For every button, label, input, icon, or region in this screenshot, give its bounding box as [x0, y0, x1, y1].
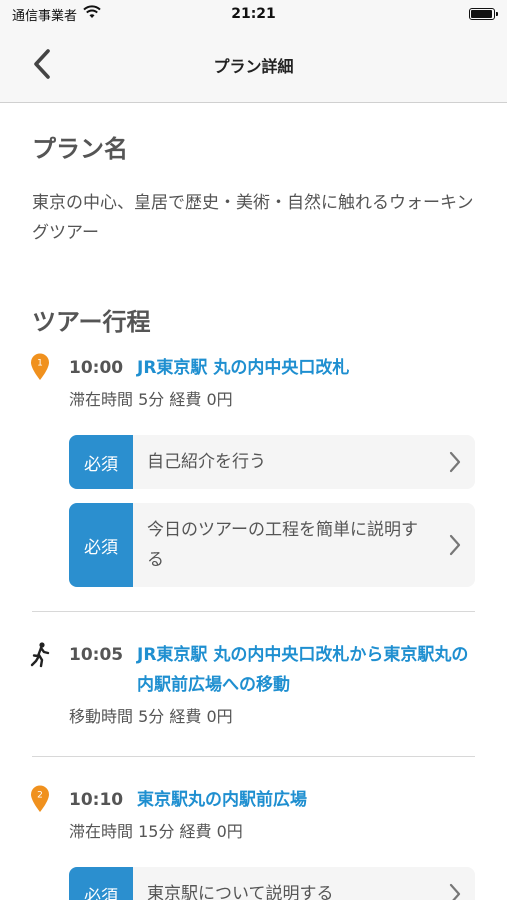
chevron-left-icon — [33, 49, 51, 83]
divider — [32, 611, 475, 612]
pin-number: 2 — [37, 791, 43, 801]
back-button[interactable] — [22, 46, 62, 86]
required-badge: 必須 — [69, 435, 133, 489]
chevron-right-icon — [435, 435, 475, 489]
battery-fill — [471, 10, 492, 18]
map-pin-icon: 1 — [30, 353, 50, 381]
carrier-label: 通信事業者 — [12, 8, 78, 24]
itinerary-stop: 2 10:10 東京駅丸の内駅前広場 滞在時間 15分 経費 0円 必須 東京駅… — [30, 785, 475, 900]
divider — [32, 756, 475, 757]
task-text: 東京駅について説明する — [147, 884, 334, 900]
status-bar: 通信事業者 21:21 — [0, 0, 507, 28]
tour-itinerary-heading: ツアー行程 — [32, 308, 151, 336]
map-pin-icon: 2 — [30, 785, 50, 813]
task-item[interactable]: 必須 自己紹介を行う — [69, 435, 475, 489]
stop-time: 10:00 — [69, 358, 124, 378]
task-text: 今日のツアーの工程を簡単に説明する — [147, 520, 418, 570]
stop-name-link[interactable]: JR東京駅 丸の内中央口改札 — [137, 353, 349, 383]
nav-bar: プラン詳細 — [0, 28, 507, 103]
itinerary-stop: 10:05 JR東京駅 丸の内中央口改札から東京駅丸の内駅前広場への移動 移動時… — [30, 640, 475, 732]
task-text: 自己紹介を行う — [147, 452, 266, 472]
pin-number: 1 — [37, 359, 43, 369]
wifi-icon — [83, 5, 101, 23]
status-left: 通信事業者 — [12, 5, 101, 24]
stop-name-link[interactable]: 東京駅丸の内駅前広場 — [137, 785, 307, 815]
walking-icon — [30, 642, 50, 670]
stop-name-link[interactable]: JR東京駅 丸の内中央口改札から東京駅丸の内駅前広場への移動 — [137, 640, 475, 700]
chevron-right-icon — [435, 867, 475, 900]
stop-header: 10:05 JR東京駅 丸の内中央口改札から東京駅丸の内駅前広場への移動 — [32, 640, 475, 700]
stop-time: 10:10 — [69, 790, 124, 810]
stop-meta: 滞在時間 15分 経費 0円 — [69, 822, 243, 841]
chevron-right-icon — [435, 503, 475, 587]
page-title: プラン詳細 — [213, 57, 294, 76]
stop-meta: 滞在時間 5分 経費 0円 — [69, 390, 233, 409]
battery-icon — [469, 8, 498, 20]
task-item[interactable]: 必須 今日のツアーの工程を簡単に説明する — [69, 503, 475, 587]
stop-time: 10:05 — [69, 645, 124, 665]
status-time: 21:21 — [231, 6, 276, 22]
plan-name-heading: プラン名 — [32, 135, 128, 163]
itinerary-stop: 1 10:00 JR東京駅 丸の内中央口改札 滞在時間 5分 経費 0円 必須 … — [30, 353, 475, 587]
stop-header: 10:00 JR東京駅 丸の内中央口改札 — [32, 353, 475, 383]
stop-meta: 移動時間 5分 経費 0円 — [69, 707, 233, 726]
task-item[interactable]: 必須 東京駅について説明する — [69, 867, 475, 900]
required-badge: 必須 — [69, 503, 133, 587]
required-badge: 必須 — [69, 867, 133, 900]
status-right — [469, 8, 498, 20]
stop-header: 10:10 東京駅丸の内駅前広場 — [32, 785, 475, 815]
plan-name-text: 東京の中心、皇居で歴史・美術・自然に触れるウォーキングツアー — [32, 193, 474, 243]
plan-detail-content: プラン名 東京の中心、皇居で歴史・美術・自然に触れるウォーキングツアー ツアー行… — [0, 129, 507, 900]
